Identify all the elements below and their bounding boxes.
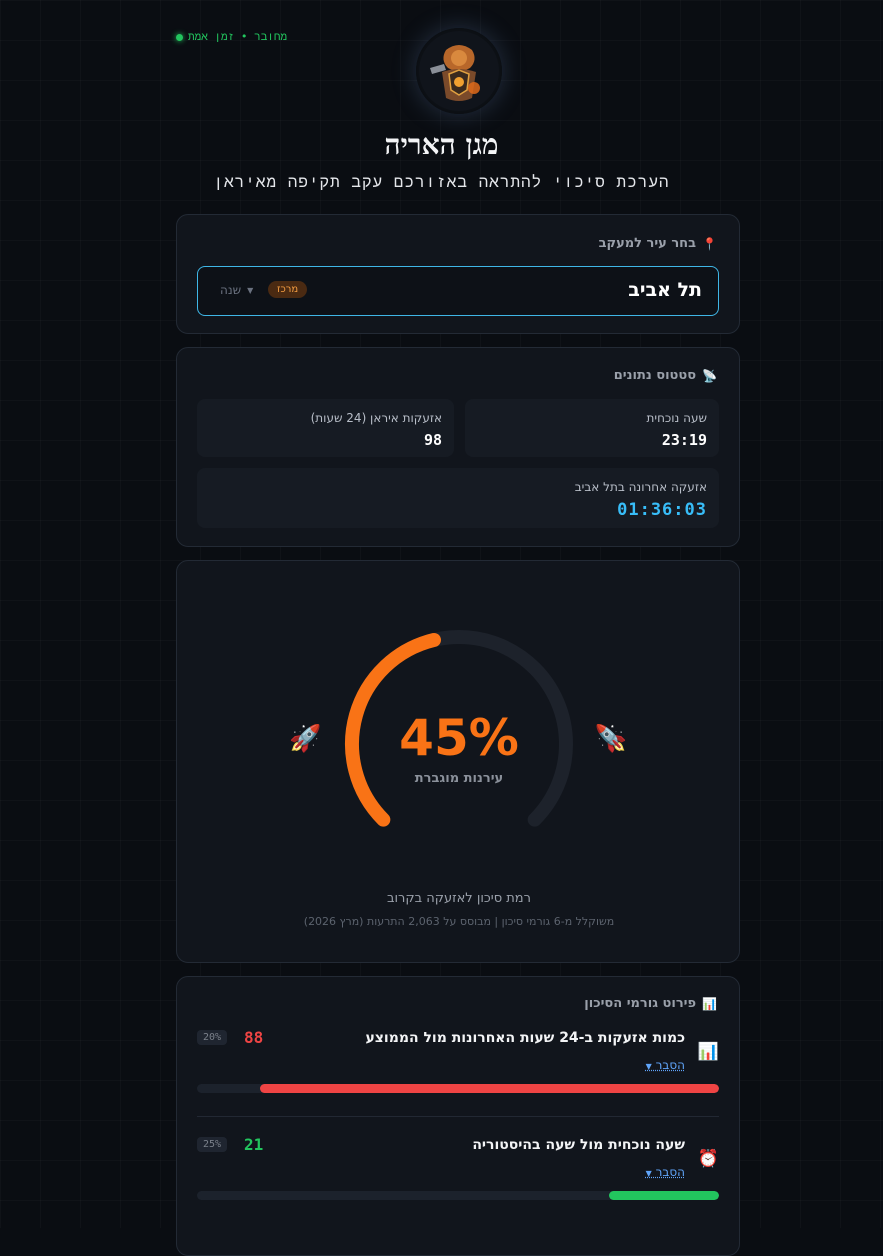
current-time-label: שעה נוכחית xyxy=(646,411,708,425)
page-title: מגן האריה xyxy=(384,128,499,161)
city-select[interactable]: תל אביב מרכז שנה ▼ xyxy=(197,266,719,316)
explain-label: הסבר xyxy=(655,1058,685,1072)
risk-percentage: 45% xyxy=(399,709,519,767)
satellite-icon: 📡 xyxy=(702,368,717,383)
factor-score: 88 xyxy=(244,1028,264,1047)
factor-bar-fill xyxy=(259,1084,719,1093)
lion-warrior-icon xyxy=(419,31,499,111)
divider xyxy=(197,1116,719,1117)
factors-card-title: 📊 פירוט גורמי הסיכון xyxy=(584,996,717,1011)
factor-bar xyxy=(197,1191,719,1200)
current-time-value: 23:19 xyxy=(661,431,707,449)
factor-title: כמות אזעקות ב-24 שעות האחרונות מול הממוצ… xyxy=(365,1030,685,1046)
current-time-stat: שעה נוכחית 23:19 xyxy=(465,399,719,457)
page-subtitle: הערכת סיכוי להתראה באזורכם עקב תקיפה מאי… xyxy=(213,172,670,191)
lion-shield-logo xyxy=(416,28,502,114)
city-card-title: 📍 בחר עיר למעקב xyxy=(599,236,717,251)
status-card-title: 📡 סטטוס נתונים xyxy=(614,368,717,383)
chevron-down-icon: ▼ xyxy=(247,285,254,295)
status-card: 📡 סטטוס נתונים שעה נוכחית 23:19 אזעקות א… xyxy=(176,347,740,547)
factor-weight: 20% xyxy=(197,1030,228,1045)
factors-card-title-text: פירוט גורמי הסיכון xyxy=(584,996,697,1011)
last-alert-stat: אזעקה אחרונה בתל אביב 01:36:03 xyxy=(197,468,719,528)
last-alert-label: אזעקה אחרונה בתל אביב xyxy=(574,480,707,494)
iran-alerts-stat: אזעקות איראן (24 שעות) 98 xyxy=(197,399,454,457)
risk-gauge-card: 🚀 🚀 45% עירנות מוגברת רמת סיכון לאזעקה ב… xyxy=(176,560,740,963)
pin-icon: 📍 xyxy=(702,236,717,251)
factor-title: שעה נוכחית מול שעה בהיסטוריה xyxy=(472,1137,685,1153)
factor-weight: 25% xyxy=(197,1137,228,1152)
status-text: מחובר • זמן אמת xyxy=(188,30,288,43)
factor-bar xyxy=(197,1084,719,1093)
status-card-title-text: סטטוס נתונים xyxy=(613,368,697,383)
factor-score: 21 xyxy=(244,1135,264,1154)
region-badge: מרכז xyxy=(268,281,308,298)
change-city-label: שנה xyxy=(220,283,242,297)
risk-title: רמת סיכון לאזעקה בקרוב xyxy=(387,891,531,906)
explain-toggle[interactable]: הסבר ▼ xyxy=(646,1165,685,1179)
factor-bar-fill xyxy=(609,1191,719,1200)
risk-level-label: עירנות מוגברת xyxy=(414,771,504,786)
caret-down-icon: ▼ xyxy=(645,1062,652,1071)
iran-alerts-value: 98 xyxy=(423,431,442,449)
live-dot-icon xyxy=(176,33,183,41)
change-city-button[interactable]: שנה ▼ xyxy=(220,283,253,297)
last-alert-value: 01:36:03 xyxy=(617,500,707,520)
selected-city: תל אביב xyxy=(628,279,702,301)
explain-toggle[interactable]: הסבר ▼ xyxy=(646,1058,685,1072)
caret-down-icon: ▼ xyxy=(645,1169,652,1178)
city-card: 📍 בחר עיר למעקב תל אביב מרכז שנה ▼ xyxy=(176,214,740,334)
chart-icon: 📊 xyxy=(702,996,717,1011)
bar-chart-icon: 📊 xyxy=(697,1042,719,1062)
risk-factors-card: 📊 פירוט גורמי הסיכון 📊 כמות אזעקות ב-24 … xyxy=(176,976,740,1256)
iran-alerts-label: אזעקות איראן (24 שעות) xyxy=(310,411,442,425)
explain-label: הסבר xyxy=(655,1165,685,1179)
alarm-clock-icon: ⏰ xyxy=(697,1149,719,1169)
connection-status: מחובר • זמן אמת xyxy=(176,30,287,44)
city-card-title-text: בחר עיר למעקב xyxy=(598,236,697,251)
risk-methodology: משוקלל מ-6 גורמי סיכון | מבוסס על 2,063 … xyxy=(303,915,615,928)
